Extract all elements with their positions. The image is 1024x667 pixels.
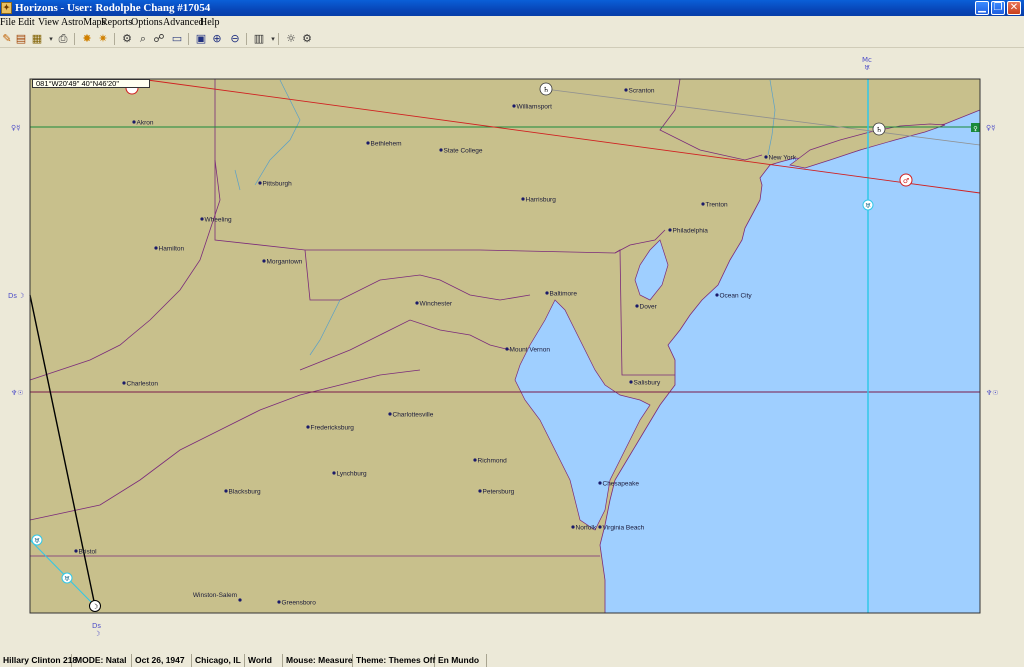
city-dot: [521, 197, 525, 201]
city-dot: [277, 600, 281, 604]
city-label: Salisbury: [634, 379, 661, 386]
city-dot: [635, 304, 639, 308]
city-dot: [366, 141, 370, 145]
status-chart[interactable]: Hillary Clinton 218: [0, 654, 77, 667]
venus-mercury-label-left: ♀☿: [11, 124, 20, 132]
city-dot: [132, 120, 136, 124]
city-dot: [629, 380, 633, 384]
city-label: Charleston: [127, 380, 159, 387]
city-dot: [545, 291, 549, 295]
svg-text:♀: ♀: [973, 126, 977, 133]
svg-text:♅: ♅: [64, 575, 70, 583]
city-dot: [668, 228, 672, 232]
city-label: Winston-Salem: [193, 592, 237, 599]
city-label: Dover: [640, 303, 658, 310]
city-label: Norfolk: [576, 524, 597, 531]
city-label: Hamilton: [159, 245, 185, 252]
city-label: Williamsport: [517, 103, 553, 110]
astro-map[interactable]: ♄ ♄ ♂ ♅ ♅ ♅ ☽ ♀ Mc ♅ Ds ☽ Ds ☽ ♀☿ ♀☿ ♆☉ …: [0, 0, 1024, 653]
city-label: Charlottesville: [393, 411, 434, 418]
status-mode[interactable]: MODE: Natal: [72, 654, 132, 667]
status-mundo[interactable]: En Mundo: [435, 654, 487, 667]
city-dot: [388, 412, 392, 416]
city-label: Bristol: [79, 548, 98, 555]
city-label: Akron: [137, 119, 154, 126]
city-label: Baltimore: [550, 290, 578, 297]
city-dot: [415, 301, 419, 305]
coordinate-readout: 081°W20'49" 40°N46'20": [32, 79, 150, 88]
ds-glyph-left: ☽: [18, 292, 24, 300]
status-location[interactable]: Chicago, IL: [192, 654, 245, 667]
city-dot: [598, 481, 602, 485]
svg-text:☽: ☽: [92, 603, 98, 611]
city-label: Scranton: [629, 87, 655, 94]
city-label: Blacksburg: [229, 488, 262, 495]
venus-mercury-label-right: ♀☿: [986, 124, 995, 132]
status-theme[interactable]: Theme: Themes Off: [353, 654, 435, 667]
city-label: Ocean City: [720, 292, 753, 299]
city-label: Trenton: [706, 201, 729, 208]
city-dot: [74, 549, 78, 553]
city-dot: [439, 148, 443, 152]
city-label: Harrisburg: [526, 196, 557, 203]
svg-text:♅: ♅: [34, 537, 40, 545]
city-dot: [332, 471, 336, 475]
city-dot: [624, 88, 628, 92]
city-dot: [571, 525, 575, 529]
city-dot: [306, 425, 310, 429]
city-label: Bethlehem: [371, 140, 402, 147]
city-label: Philadelphia: [673, 227, 709, 234]
mc-glyph: ♅: [864, 64, 870, 72]
mc-label: Mc: [862, 56, 872, 64]
city-label: Chesapeake: [603, 480, 640, 487]
ds-label-bottom: Ds: [92, 622, 101, 630]
status-scope[interactable]: World: [245, 654, 283, 667]
city-label: Wheeling: [205, 216, 232, 223]
city-dot: [505, 347, 509, 351]
status-mouse[interactable]: Mouse: Measure: [283, 654, 353, 667]
city-dot: [154, 246, 158, 250]
city-dot: [598, 525, 602, 529]
city-dot: [701, 202, 705, 206]
city-dot: [122, 381, 126, 385]
status-bar: Hillary Clinton 218 MODE: Natal Oct 26, …: [0, 654, 1024, 667]
city-dot: [715, 293, 719, 297]
city-label: State College: [444, 147, 483, 154]
status-date[interactable]: Oct 26, 1947: [132, 654, 192, 667]
ds-label-left: Ds: [8, 292, 17, 300]
city-label: Mount Vernon: [510, 346, 551, 353]
city-dot: [224, 489, 228, 493]
city-label: Greensboro: [282, 599, 317, 606]
svg-text:♄: ♄: [543, 86, 549, 94]
city-label: Virginia Beach: [603, 524, 645, 531]
city-label: Winchester: [420, 300, 453, 307]
city-dot: [512, 104, 516, 108]
svg-text:♂: ♂: [903, 177, 909, 185]
neptune-sun-label-right: ♆☉: [986, 389, 999, 397]
city-dot: [473, 458, 477, 462]
city-dot: [258, 181, 262, 185]
city-dot: [478, 489, 482, 493]
city-dot: [764, 155, 768, 159]
city-label: Petersburg: [483, 488, 515, 495]
city-dot: [238, 598, 242, 602]
svg-text:♄: ♄: [876, 126, 882, 134]
neptune-sun-label-left: ♆☉: [11, 389, 24, 397]
city-label: Richmond: [478, 457, 508, 464]
city-label: Pittsburgh: [263, 180, 293, 187]
ds-glyph-bottom: ☽: [94, 630, 100, 638]
city-label: Morgantown: [267, 258, 303, 265]
city-dot: [200, 217, 204, 221]
city-label: Fredericksburg: [311, 424, 355, 431]
svg-text:♅: ♅: [865, 202, 871, 210]
city-dot: [262, 259, 266, 263]
city-label: New York: [769, 154, 797, 161]
city-label: Lynchburg: [337, 470, 367, 477]
